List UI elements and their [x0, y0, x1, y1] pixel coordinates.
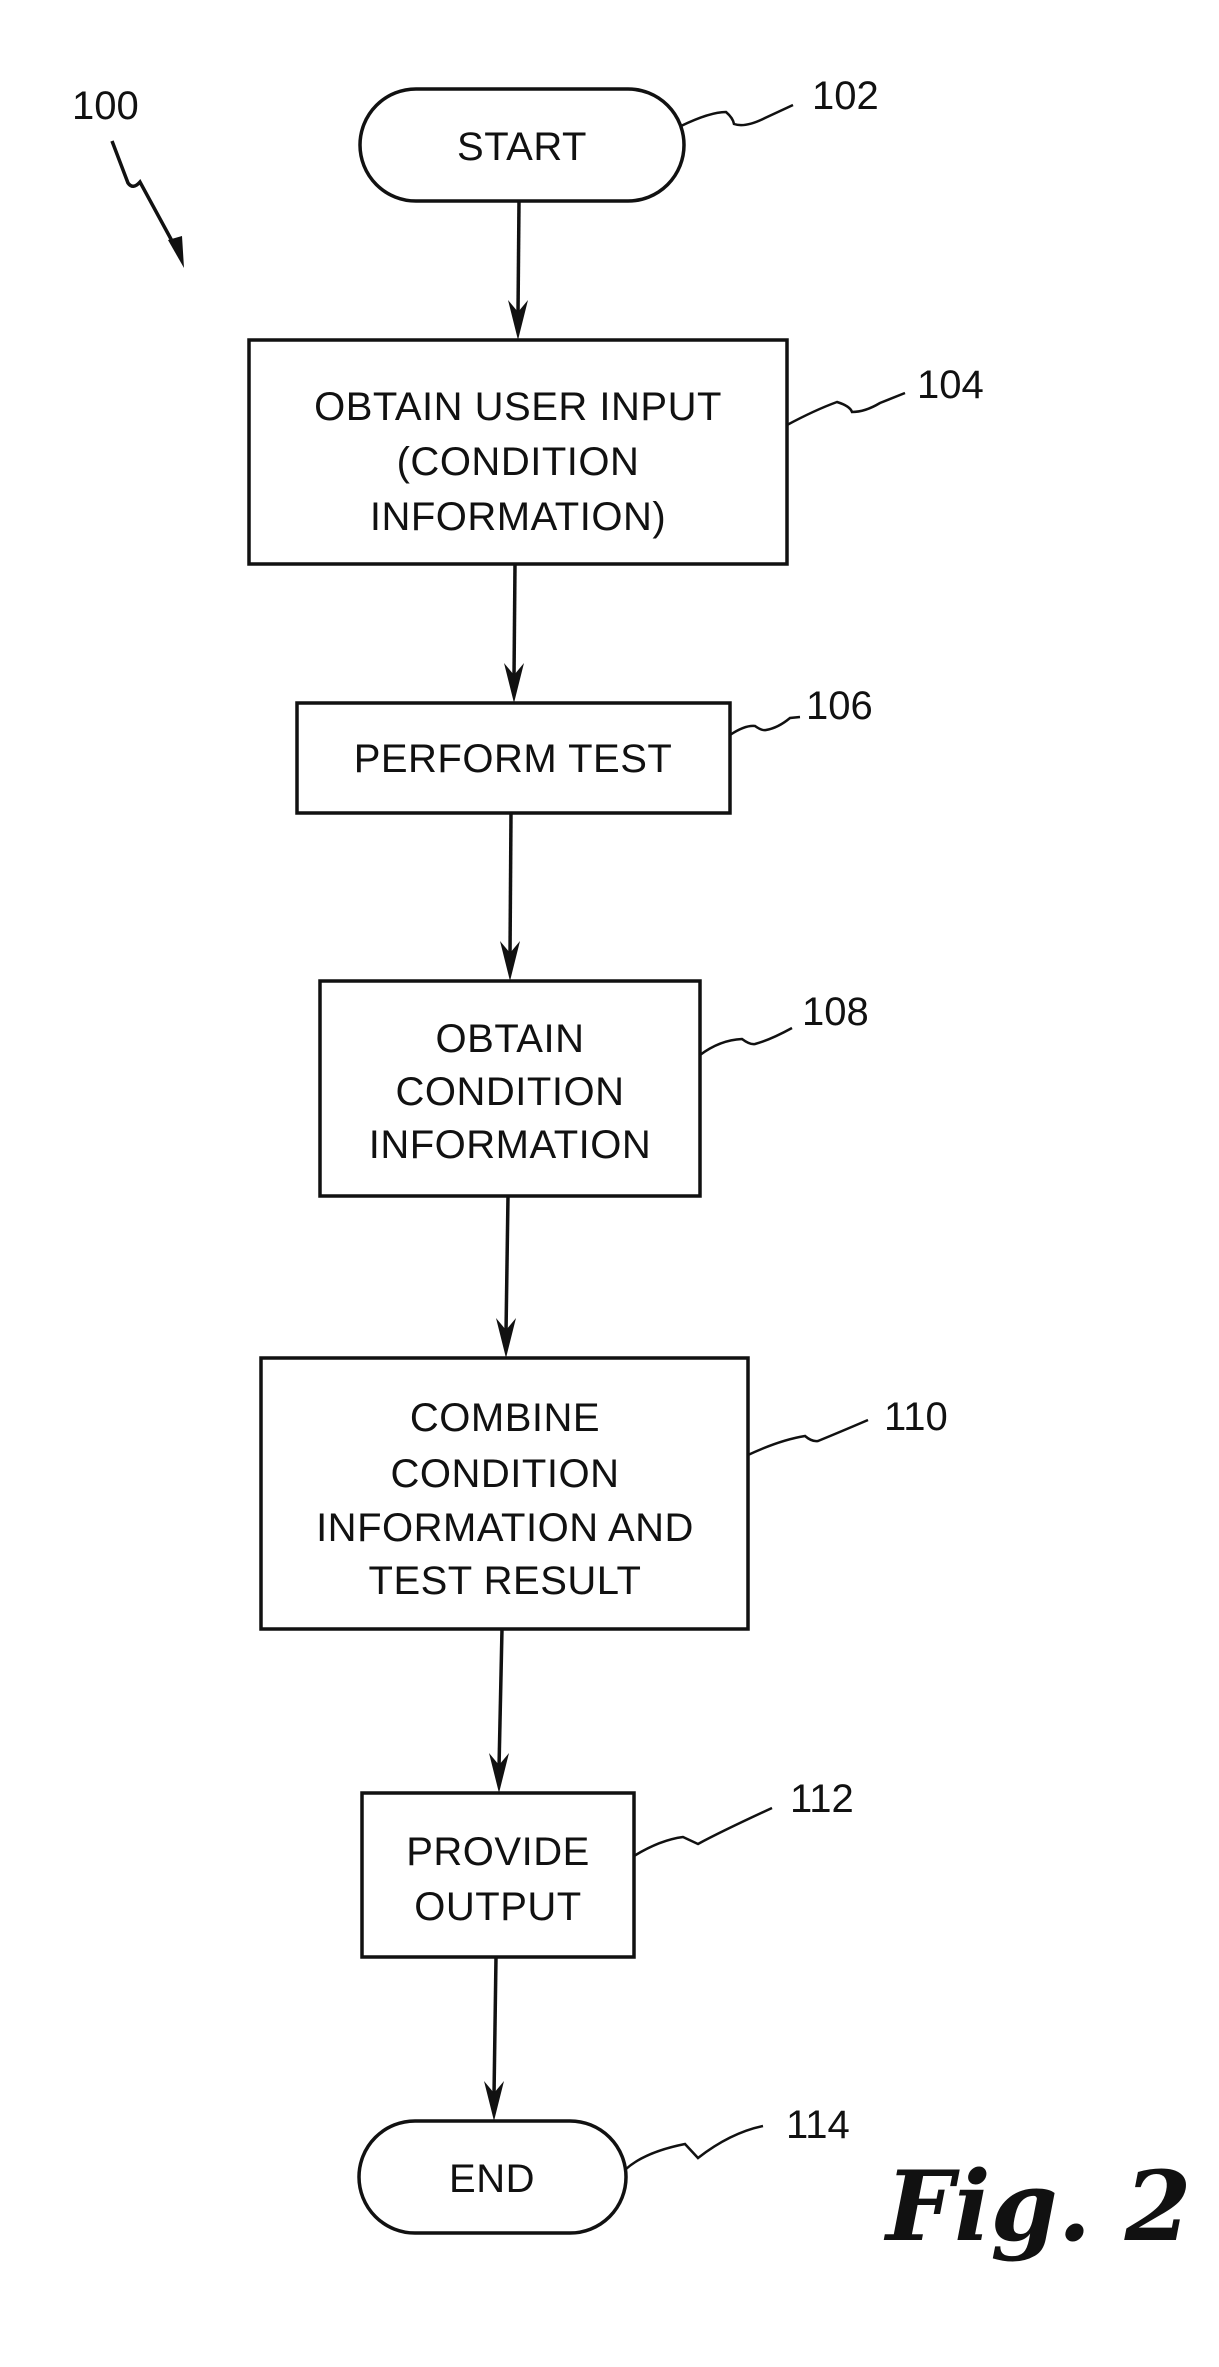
node-label-line: (CONDITION	[397, 440, 640, 484]
ref-108: 108	[699, 990, 869, 1057]
edge-combine-to-provide-output	[489, 1628, 509, 1793]
diagram-ref-label: 100	[72, 84, 139, 128]
ref-numeral: 102	[812, 74, 879, 118]
ref-numeral: 108	[802, 990, 869, 1034]
ref-114: 114	[625, 2103, 850, 2170]
ref-112: 112	[633, 1777, 854, 1858]
figure-caption: Fig. 2	[883, 2150, 1191, 2263]
node-label-line: COMBINE	[410, 1396, 600, 1440]
node-label-line: OBTAIN USER INPUT	[314, 385, 722, 429]
ref-106: 106	[729, 684, 873, 737]
node-label: START	[457, 125, 587, 169]
node-label-line: TEST RESULT	[369, 1559, 642, 1603]
node-perform-test: PERFORM TEST	[295, 701, 732, 815]
ref-numeral: 112	[790, 1777, 854, 1821]
leader-line	[747, 1418, 869, 1457]
node-obtain-user-input: OBTAIN USER INPUT (CONDITION INFORMATION…	[247, 338, 789, 566]
leader-line	[625, 2124, 764, 2170]
ref-numeral: 104	[917, 363, 984, 407]
connector-line	[504, 1195, 510, 1334]
edge-provide-output-to-end	[484, 1956, 504, 2121]
node-label-line: CONDITION	[391, 1452, 620, 1496]
ref-numeral: 114	[786, 2103, 850, 2147]
node-label: END	[449, 2157, 535, 2201]
node-label-line: OUTPUT	[414, 1885, 581, 1929]
diagram-ref-arrow-line	[110, 140, 180, 253]
connector-line	[492, 1956, 498, 2097]
edge-obtain-condition-information-to-combine	[496, 1195, 516, 1358]
leader-line	[633, 1806, 773, 1858]
connector-line	[516, 200, 521, 316]
edge-perform-test-to-obtain-condition-information	[500, 812, 520, 981]
connector-line	[512, 563, 517, 679]
ref-numeral: 110	[884, 1395, 948, 1439]
node-label-line: INFORMATION)	[370, 495, 666, 539]
ref-numeral: 106	[806, 684, 873, 728]
node-label-line: INFORMATION	[369, 1123, 652, 1167]
node-label-line: OBTAIN	[436, 1017, 585, 1061]
node-label-line: CONDITION	[396, 1070, 625, 1114]
node-end: END	[357, 2119, 628, 2235]
leader-line	[680, 103, 794, 128]
node-combine: COMBINE CONDITION INFORMATION AND TEST R…	[259, 1356, 750, 1631]
edge-start-to-obtain-user-input	[508, 200, 528, 340]
node-provide-output: PROVIDE OUTPUT	[360, 1791, 636, 1959]
edge-obtain-user-input-to-perform-test	[504, 563, 524, 703]
ref-104: 104	[786, 363, 984, 427]
ref-102: 102	[680, 74, 879, 128]
node-start: START	[358, 87, 686, 203]
connector-line	[508, 812, 513, 957]
flowchart-diagram: 100 START OBTAIN USER INPUT (CONDITION I…	[72, 74, 1191, 2263]
leader-line	[699, 1026, 793, 1057]
node-label-line: INFORMATION AND	[316, 1506, 694, 1550]
node-label-line: PERFORM TEST	[354, 737, 673, 781]
node-obtain-condition-information: OBTAIN CONDITION INFORMATION	[318, 979, 702, 1198]
leader-line	[729, 715, 801, 737]
ref-110: 110	[747, 1395, 948, 1457]
process-shape	[360, 1791, 636, 1959]
connector-line	[497, 1628, 504, 1769]
node-label-line: PROVIDE	[406, 1830, 590, 1874]
diagram-ref-arrowhead-icon	[168, 236, 184, 268]
leader-line	[786, 391, 906, 427]
